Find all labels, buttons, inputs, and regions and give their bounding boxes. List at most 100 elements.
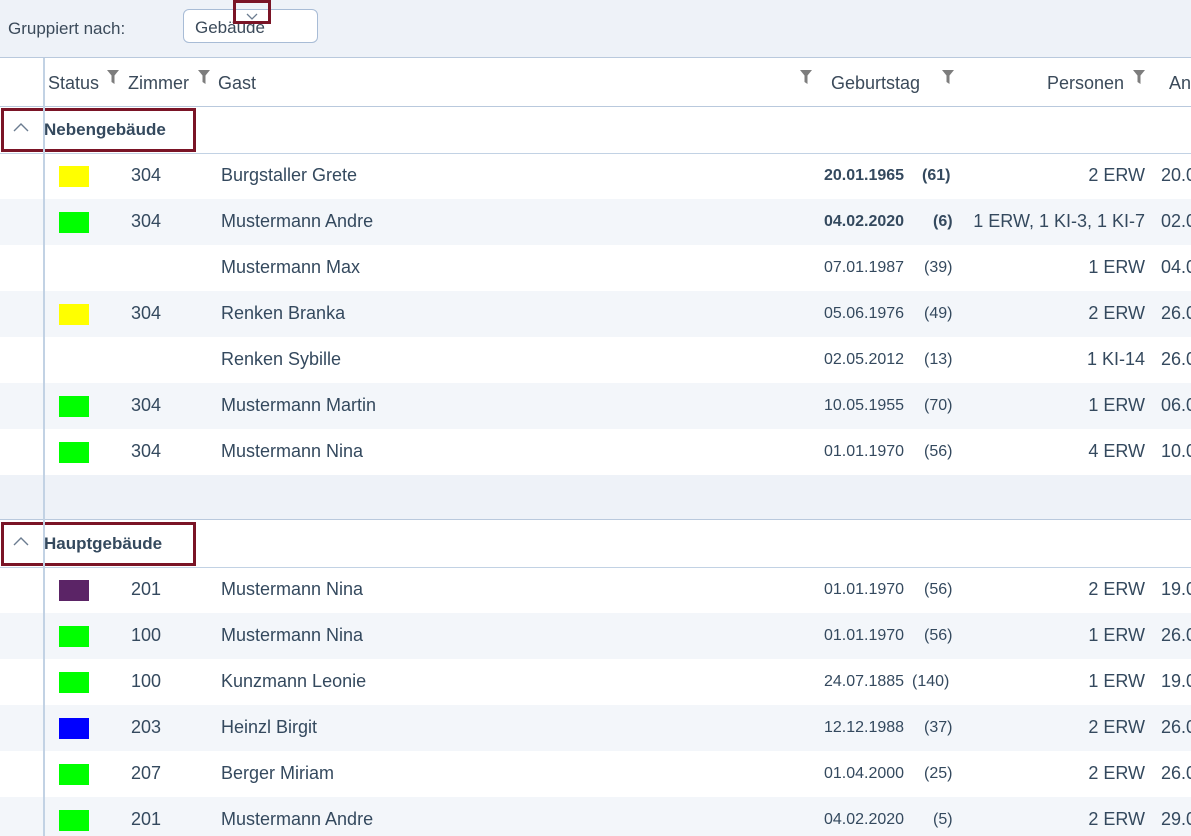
table-row[interactable]: 304 Mustermann Nina 01.01.1970 (56) 4 ER… — [0, 429, 1191, 475]
status-swatch — [59, 166, 89, 187]
age-cell: (6) — [933, 213, 953, 230]
table-row[interactable]: 201 Mustermann Andre 04.02.2020 (5) 2 ER… — [0, 797, 1191, 836]
status-swatch — [59, 810, 89, 831]
birthday-cell: 02.05.2012 — [824, 351, 905, 368]
column-header-room[interactable]: Zimmer — [128, 73, 189, 94]
persons-cell: 1 ERW, 1 KI-3, 1 KI-7 — [973, 211, 1145, 231]
room-filter-funnel-icon[interactable] — [197, 68, 211, 86]
chevron-up-icon[interactable] — [13, 536, 29, 546]
persons-filter-funnel-icon[interactable] — [1132, 68, 1146, 86]
arrival-cell: 26.0 — [1161, 303, 1191, 323]
status-swatch — [59, 442, 89, 463]
persons-cell: 2 ERW — [1088, 579, 1145, 599]
room-cell: 304 — [131, 211, 162, 231]
birthday-cell: 20.01.1965 — [824, 167, 905, 184]
birthday-cell: 04.02.2020 — [824, 811, 905, 828]
room-cell: 304 — [131, 303, 162, 323]
birthday-cell: 01.04.2000 — [824, 765, 905, 782]
table-row[interactable]: 100 Mustermann Nina 01.01.1970 (56) 1 ER… — [0, 613, 1191, 659]
age-cell: (39) — [924, 259, 953, 276]
table-row[interactable]: 304 Burgstaller Grete 20.01.1965 (61) 2 … — [0, 153, 1191, 199]
age-cell: (140) — [912, 673, 950, 690]
group-header-hauptgebaeude[interactable]: Hauptgebäude — [0, 521, 1191, 568]
age-cell: (56) — [924, 627, 953, 644]
room-cell: 207 — [131, 763, 162, 783]
guest-cell: Mustermann Andre — [221, 211, 374, 231]
persons-cell: 4 ERW — [1088, 441, 1145, 461]
age-cell: (49) — [924, 305, 953, 322]
group-by-dropdown-toggle[interactable] — [233, 0, 271, 24]
guest-cell: Mustermann Nina — [221, 441, 364, 461]
table-row[interactable]: 100 Kunzmann Leonie 24.07.1885 (140) 1 E… — [0, 659, 1191, 705]
group-spacer — [0, 475, 1191, 520]
room-cell: 304 — [131, 395, 162, 415]
arrival-cell: 26.0 — [1161, 763, 1191, 783]
column-header-guest[interactable]: Gast — [218, 73, 256, 94]
guest-cell: Mustermann Max — [221, 257, 361, 277]
status-swatch — [59, 718, 89, 739]
birthday-cell: 24.07.1885 — [824, 673, 905, 690]
arrival-cell: 19.0 — [1161, 579, 1191, 599]
table-row[interactable]: Mustermann Max 07.01.1987 (39) 1 ERW 04.… — [0, 245, 1191, 291]
group-by-label: Gruppiert nach: — [8, 19, 126, 38]
birthday-cell: 04.02.2020 — [824, 213, 905, 230]
arrival-cell: 04.0 — [1161, 257, 1191, 277]
column-header-arrival[interactable]: An — [1169, 73, 1191, 94]
table-header: Status Zimmer Gast Geburtstag Personen A… — [0, 58, 1191, 107]
age-cell: (56) — [924, 581, 953, 598]
arrival-cell: 06.0 — [1161, 395, 1191, 415]
arrival-cell: 10.0 — [1161, 441, 1191, 461]
birthday-cell: 10.05.1955 — [824, 397, 905, 414]
birthday-cell: 01.01.1970 — [824, 581, 905, 598]
column-header-status[interactable]: Status — [48, 73, 99, 94]
age-cell: (13) — [924, 351, 953, 368]
group-header-nebengebaeude[interactable]: Nebengebäude — [0, 107, 1191, 154]
status-swatch — [59, 626, 89, 647]
table-row[interactable]: 201 Mustermann Nina 01.01.1970 (56) 2 ER… — [0, 567, 1191, 613]
chevron-up-icon[interactable] — [13, 122, 29, 132]
birthday-cell: 12.12.1988 — [824, 719, 905, 736]
arrival-cell: 26.0 — [1161, 717, 1191, 737]
room-cell: 201 — [131, 809, 162, 829]
room-cell: 203 — [131, 717, 162, 737]
room-cell: 100 — [131, 625, 162, 645]
table-row[interactable]: 304 Renken Branka 05.06.1976 (49) 2 ERW … — [0, 291, 1191, 337]
persons-cell: 1 ERW — [1088, 671, 1145, 691]
guest-cell: Burgstaller Grete — [221, 165, 358, 185]
table-row[interactable]: 207 Berger Miriam 01.04.2000 (25) 2 ERW … — [0, 751, 1191, 797]
arrival-cell: 29.0 — [1161, 809, 1191, 829]
age-cell: (61) — [922, 167, 951, 184]
chevron-down-icon — [246, 13, 258, 20]
group-toolbar: Gruppiert nach: Gebäude — [0, 0, 1191, 58]
status-swatch — [59, 212, 89, 233]
table-row[interactable]: 304 Mustermann Andre 04.02.2020 (6) 1 ER… — [0, 199, 1191, 245]
guest-filter-funnel-icon[interactable] — [799, 68, 813, 86]
table-row[interactable]: Renken Sybille 02.05.2012 (13) 1 KI-14 2… — [0, 337, 1191, 383]
status-swatch — [59, 304, 89, 325]
guest-cell: Berger Miriam — [221, 763, 335, 783]
column-header-birthday[interactable]: Geburtstag — [831, 73, 920, 94]
column-header-persons[interactable]: Personen — [1047, 73, 1124, 94]
status-filter-funnel-icon[interactable] — [106, 68, 120, 86]
table-row[interactable]: 304 Mustermann Martin 10.05.1955 (70) 1 … — [0, 383, 1191, 429]
persons-cell: 2 ERW — [1088, 165, 1145, 185]
room-cell: 304 — [131, 441, 162, 461]
row-gutter-divider — [43, 58, 45, 836]
group-title: Hauptgebäude — [44, 534, 163, 553]
arrival-cell: 26.0 — [1161, 349, 1191, 369]
guest-cell: Mustermann Nina — [221, 579, 364, 599]
room-cell: 201 — [131, 579, 162, 599]
age-cell: (25) — [924, 765, 953, 782]
birthday-cell: 05.06.1976 — [824, 305, 905, 322]
birthday-filter-funnel-icon[interactable] — [941, 68, 955, 86]
persons-cell: 1 ERW — [1088, 257, 1145, 277]
age-cell: (56) — [924, 443, 953, 460]
status-swatch — [59, 580, 89, 601]
persons-cell: 1 ERW — [1088, 625, 1145, 645]
age-cell: (5) — [933, 811, 953, 828]
table-row[interactable]: 203 Heinzl Birgit 12.12.1988 (37) 2 ERW … — [0, 705, 1191, 751]
arrival-cell: 26.0 — [1161, 625, 1191, 645]
birthday-cell: 01.01.1970 — [824, 443, 905, 460]
persons-cell: 1 ERW — [1088, 395, 1145, 415]
guest-cell: Mustermann Nina — [221, 625, 364, 645]
